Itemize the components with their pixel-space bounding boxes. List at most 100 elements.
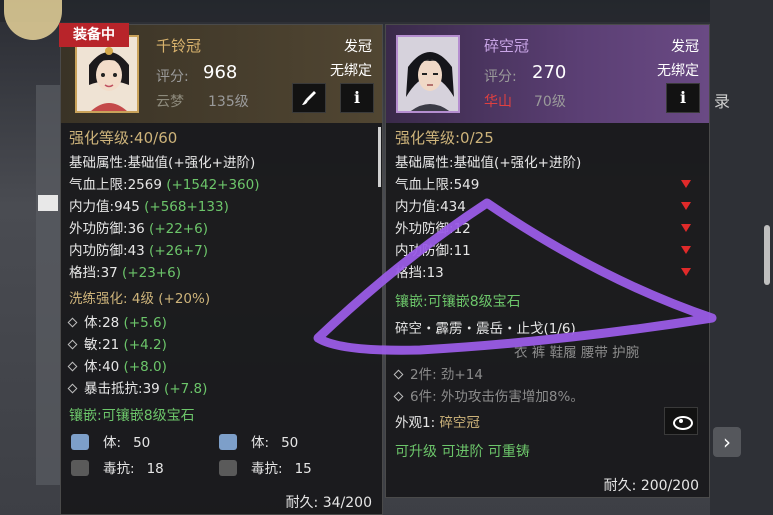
refine-value: 39 (142, 381, 160, 397)
stat-value: 434 (440, 199, 466, 215)
stat-down-arrow-icon (681, 246, 691, 254)
refine-row: 体:28 (+5.6) (67, 311, 167, 331)
gem-label: 体: (251, 435, 270, 451)
gem-slot[interactable]: 体: 50 (71, 431, 150, 451)
base-attr-label: 基础属性: (69, 155, 128, 171)
gem-slot[interactable]: 毒抗: 18 (71, 457, 164, 477)
item-slot: 发冠 (344, 39, 372, 55)
gem-label: 体: (103, 435, 122, 451)
base-attr-header: 基础属性:基础值(+强化+进阶) (395, 151, 581, 171)
refine-value: 21 (102, 337, 120, 353)
socket-title: 镶嵌:可镶嵌8级宝石 (395, 294, 521, 310)
tooltip-scrollbar[interactable] (378, 127, 381, 187)
durability-value: 200/200 (640, 478, 699, 494)
set-parts: 衣 裤 鞋履 腰带 护腕 (514, 345, 640, 361)
stat-value: 13 (426, 265, 444, 281)
diamond-icon (393, 391, 404, 402)
background-label: 录 (714, 92, 731, 111)
level-requirement: 135级 (208, 94, 249, 110)
stat-value: 36 (127, 221, 145, 237)
gem-icon (219, 434, 237, 450)
socket-title: 镶嵌:可镶嵌8级宝石 (69, 408, 195, 424)
stat-label: 气血上限: (69, 177, 128, 193)
stat-label: 气血上限: (395, 177, 454, 193)
next-page-button[interactable]: › (713, 427, 741, 457)
base-attr-desc: 基础值(+强化+进阶) (453, 155, 582, 171)
stat-label: 外功防御: (69, 221, 128, 237)
gem-icon (71, 434, 89, 450)
equipped-badge: 装备中 (59, 23, 129, 47)
appearance-row: 外观1: 碎空冠 (395, 411, 480, 431)
compare-item-panel: 碎空冠 发冠 无绑定 评分: 270 华山 70级 i 强化等级:0/25 基础… (385, 24, 710, 498)
preview-appearance-button[interactable] (664, 407, 698, 435)
stat-row: 内功防御:43 (+26+7) (69, 239, 208, 259)
stat-row: 内功防御:11 (395, 239, 471, 259)
stat-down-arrow-icon (681, 268, 691, 276)
stat-bonus: (+568+133) (144, 199, 229, 215)
score-label: 评分: (484, 69, 517, 85)
gem-value: 18 (146, 461, 164, 477)
character-portrait-right (396, 35, 460, 113)
refine-title: 洗练强化: (69, 291, 128, 307)
info-icon: i (353, 88, 361, 107)
info-button[interactable]: i (666, 83, 700, 113)
refine-label: 敏: (84, 337, 103, 353)
dye-button[interactable] (292, 83, 326, 113)
stat-label: 内力值: (69, 199, 115, 215)
background-list-highlight (38, 195, 58, 211)
refine-level: 4级 (131, 291, 154, 307)
stat-label: 外功防御: (395, 221, 454, 237)
stat-row: 气血上限:549 (395, 173, 479, 193)
enhance-level: 强化等级:0/25 (395, 129, 494, 147)
refine-bonus-value: (+8.0) (123, 359, 167, 375)
stat-row: 格挡:13 (395, 261, 444, 281)
stat-value: 945 (114, 199, 140, 215)
refine-value: 40 (102, 359, 120, 375)
refine-bonus-value: (+5.6) (123, 315, 167, 331)
info-button[interactable]: i (340, 83, 374, 113)
stat-label: 内功防御: (69, 243, 128, 259)
item-actions: 可升级 可进阶 可重铸 (395, 444, 530, 460)
appearance-label: 外观1: (395, 415, 436, 431)
paintbrush-icon (302, 91, 316, 105)
refine-label: 体: (84, 359, 103, 375)
stat-bonus: (+22+6) (149, 221, 208, 237)
refine-bonus-value: (+7.8) (164, 381, 208, 397)
gem-icon (71, 460, 89, 476)
gem-slot[interactable]: 体: 50 (219, 431, 298, 451)
diamond-icon (67, 361, 78, 372)
equipped-item-panel: 装备中 千铃冠 发冠 无绑定 评分: 968 云梦 135级 i 强化等级:40… (59, 23, 383, 515)
diamond-icon (393, 369, 404, 380)
school-requirement: 华山 (484, 94, 512, 110)
bind-status: 无绑定 (330, 63, 372, 79)
appearance-name: 碎空冠 (439, 415, 480, 431)
stat-bonus: (+26+7) (149, 243, 208, 259)
stat-bonus: (+1542+360) (166, 177, 260, 193)
durability-label: 耐久: (285, 495, 319, 511)
base-attr-desc: 基础值(+强化+进阶) (127, 155, 256, 171)
gem-label: 毒抗: (103, 461, 135, 477)
item-slot: 发冠 (671, 39, 699, 55)
set-effect: 2件: 劲+14 (393, 363, 483, 383)
stat-bonus: (+23+6) (122, 265, 181, 281)
score-value: 270 (532, 62, 567, 83)
stat-label: 格挡: (69, 265, 101, 281)
stat-value: 549 (453, 177, 480, 193)
background-list (36, 85, 61, 485)
stat-value: 37 (100, 265, 118, 281)
refine-bonus: (+20%) (158, 291, 211, 307)
item-name: 千铃冠 (156, 37, 202, 55)
enhance-level: 强化等级:40/60 (69, 129, 178, 147)
background-scrollbar[interactable] (764, 225, 770, 285)
score-value: 968 (203, 62, 238, 83)
durability-value: 34/200 (322, 495, 372, 511)
gem-slot[interactable]: 毒抗: 15 (219, 457, 312, 477)
diamond-icon (67, 317, 78, 328)
bind-status: 无绑定 (657, 63, 699, 79)
gem-value: 50 (281, 435, 299, 451)
gem-value: 15 (294, 461, 312, 477)
refine-row: 体:40 (+8.0) (67, 355, 167, 375)
gem-icon (219, 460, 237, 476)
gem-label: 毒抗: (251, 461, 283, 477)
stat-label: 内力值: (395, 199, 441, 215)
